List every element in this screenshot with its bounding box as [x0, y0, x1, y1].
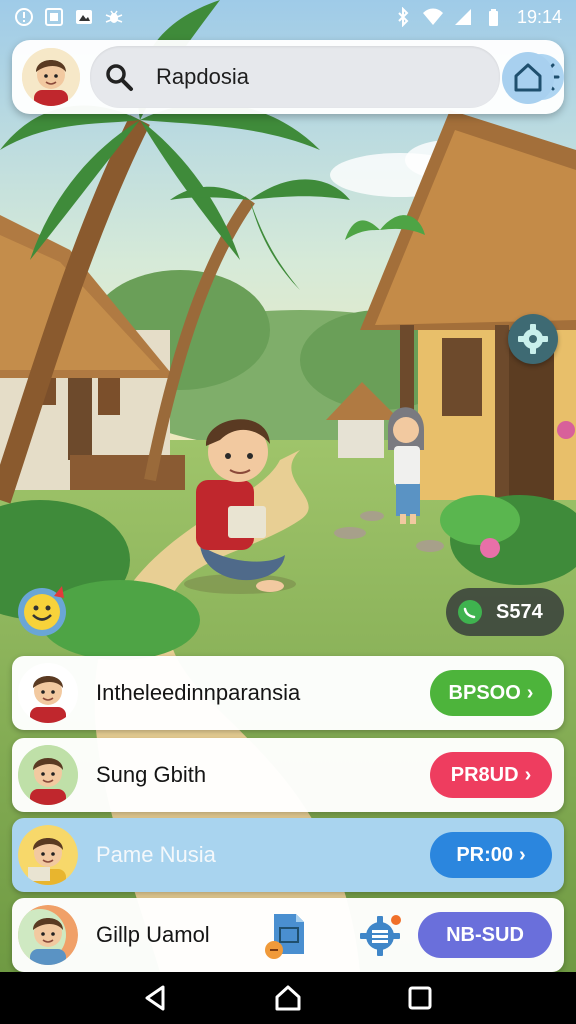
action-button[interactable]: BPSOO ›: [430, 670, 552, 716]
list-item-name: Pame Nusia: [96, 842, 216, 867]
cog-notification-icon[interactable]: [358, 912, 404, 958]
coin-amount: S574: [496, 601, 543, 623]
chevron-right-icon: ›: [519, 843, 526, 866]
recents-icon: [408, 986, 432, 1010]
boy-reading-avatar-icon: [18, 825, 78, 885]
search-query: Rapdosia: [156, 64, 249, 89]
home-button[interactable]: [502, 52, 554, 104]
list-item[interactable]: Gillp Uamol NB-SUD: [12, 898, 564, 972]
bug-icon: [105, 10, 123, 23]
settings-button[interactable]: [508, 314, 558, 364]
list-item[interactable]: Pame Nusia PR:00 ›: [12, 818, 564, 892]
avatar: [18, 905, 78, 965]
action-label: PR8UD: [450, 763, 519, 786]
back-icon: [145, 985, 165, 1011]
list-item-name: Sung Gbith: [96, 762, 207, 787]
boy-avatar-icon: [18, 663, 78, 723]
action-label: PR:00: [456, 843, 514, 866]
top-bar: Rapdosia: [12, 40, 564, 114]
action-button[interactable]: NB-SUD: [418, 912, 552, 958]
action-button[interactable]: PR:00 ›: [430, 832, 552, 878]
search-bar[interactable]: Rapdosia: [90, 46, 564, 108]
action-label: NB-SUD: [446, 923, 524, 946]
avatar: [18, 663, 78, 723]
avatar: [18, 825, 78, 885]
list-item[interactable]: Sung Gbith PR8UD ›: [12, 738, 564, 812]
status-bar-notifications: [14, 7, 124, 27]
boy-avatar-icon: [18, 745, 78, 805]
list-item-name: Gillp Uamol: [96, 922, 210, 947]
gear-icon: [518, 324, 548, 354]
emoji-button[interactable]: [14, 582, 70, 638]
boy-avatar-icon: [22, 48, 80, 106]
signal-icon: [454, 9, 471, 25]
coin-balance[interactable]: S574: [446, 588, 564, 636]
action-label: BPSOO: [448, 681, 521, 704]
nav-recents-button[interactable]: [402, 980, 438, 1016]
bluetooth-icon: [398, 7, 409, 27]
app-screen: 19:14 Rapdosia S574 Intheleedinnparansia…: [0, 0, 576, 1024]
list-item[interactable]: Intheleedinnparansia BPSOO ›: [12, 656, 564, 730]
action-button[interactable]: PR8UD ›: [430, 752, 552, 798]
nav-back-button[interactable]: [138, 980, 174, 1016]
whatsapp-coin-icon: [458, 600, 482, 624]
boy-avatar-icon: [18, 905, 78, 965]
house-icon: [514, 63, 542, 92]
chevron-right-icon: ›: [526, 681, 534, 704]
alert-icon: [15, 8, 33, 26]
status-bar-system: 19:14: [393, 7, 562, 28]
document-icon[interactable]: [260, 910, 308, 962]
status-time: 19:14: [516, 6, 562, 27]
smiley-icon: [18, 586, 66, 636]
chevron-right-icon: ›: [524, 763, 532, 786]
home-icon: [275, 985, 301, 1011]
list-item-name: Intheleedinnparansia: [96, 680, 301, 705]
profile-avatar[interactable]: [22, 48, 80, 106]
battery-icon: [488, 9, 498, 26]
navigation-bar: [0, 972, 576, 1024]
photo-icon: [45, 8, 63, 26]
avatar: [18, 745, 78, 805]
wifi-icon: [422, 8, 443, 25]
status-bar: 19:14: [0, 0, 576, 34]
search-icon: [106, 64, 133, 91]
gallery-icon: [76, 10, 92, 24]
nav-home-button[interactable]: [270, 980, 306, 1016]
